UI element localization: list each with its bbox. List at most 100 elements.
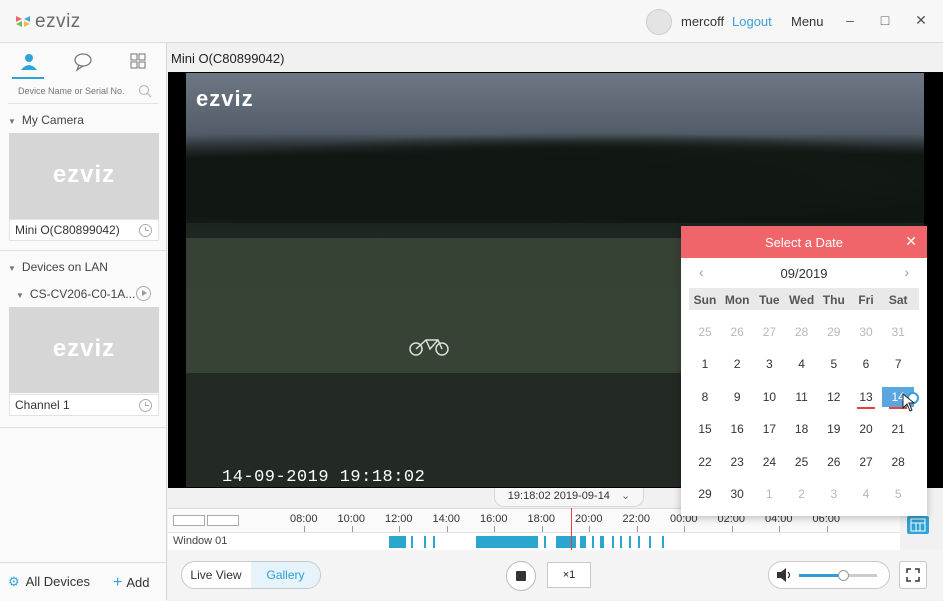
weekday-label: Sun: [693, 293, 717, 307]
avatar[interactable]: [646, 9, 672, 35]
calendar-day[interactable]: 4: [786, 354, 818, 374]
speed-button[interactable]: ×1: [547, 562, 591, 588]
logo-text: ezviz: [35, 11, 81, 32]
live-view-button[interactable]: Live View: [182, 562, 250, 588]
calendar-day[interactable]: 11: [786, 387, 818, 407]
calendar-day[interactable]: 6: [850, 354, 882, 374]
calendar-day[interactable]: 13: [850, 387, 882, 409]
next-month-icon[interactable]: ›: [904, 264, 909, 280]
recording-segment[interactable]: [389, 536, 406, 548]
calendar-day[interactable]: 29: [818, 322, 850, 342]
recording-segment[interactable]: [424, 536, 426, 548]
close-button[interactable]: ✕: [912, 11, 930, 29]
volume-knob[interactable]: [837, 570, 849, 581]
calendar-day[interactable]: 10: [753, 387, 785, 407]
recording-segment[interactable]: [629, 536, 631, 548]
recording-segment[interactable]: [556, 536, 576, 548]
calendar-day[interactable]: 26: [721, 322, 753, 342]
calendar-day[interactable]: 7: [882, 354, 914, 374]
calendar-day[interactable]: 25: [786, 452, 818, 472]
calendar-day[interactable]: 22: [689, 452, 721, 472]
recording-segment[interactable]: [662, 536, 664, 548]
search-icon[interactable]: [138, 84, 152, 98]
camera-thumbnail[interactable]: ezviz: [9, 133, 159, 219]
tab-messages[interactable]: [68, 51, 98, 73]
calendar-day[interactable]: 4: [850, 484, 882, 504]
calendar-day[interactable]: 3: [818, 484, 850, 504]
calendar-day[interactable]: 28: [882, 452, 914, 472]
search-input[interactable]: [16, 85, 140, 97]
calendar-day[interactable]: 27: [850, 452, 882, 472]
calendar-day[interactable]: 30: [850, 322, 882, 342]
calendar-day[interactable]: 5: [818, 354, 850, 374]
gallery-button[interactable]: Gallery: [251, 562, 320, 588]
recording-segment[interactable]: [411, 536, 413, 548]
calendar-day[interactable]: 31: [882, 322, 914, 342]
lan-devices-group[interactable]: ▼ Devices on LAN: [8, 260, 108, 274]
calendar-day[interactable]: 28: [786, 322, 818, 342]
maximize-button[interactable]: □: [876, 11, 894, 29]
camera-list-item[interactable]: Mini O(C80899042): [9, 219, 159, 241]
sidebar-bottom-bar: ⚙ All Devices + Add: [0, 562, 166, 601]
calendar-day[interactable]: 2: [721, 354, 753, 374]
calendar-day[interactable]: 18: [786, 419, 818, 439]
tab-grid[interactable]: [123, 51, 153, 73]
speaker-icon[interactable]: [775, 567, 793, 583]
all-devices-button[interactable]: ⚙ All Devices: [8, 574, 90, 590]
month-label: 09/2019: [780, 266, 828, 281]
calendar-day[interactable]: 9: [721, 387, 753, 407]
recording-segment[interactable]: [544, 536, 546, 548]
calendar-day[interactable]: 29: [689, 484, 721, 504]
calendar-day[interactable]: 16: [721, 419, 753, 439]
menu-button[interactable]: Menu: [791, 14, 824, 29]
recording-segment[interactable]: [592, 536, 594, 548]
calendar-day[interactable]: 15: [689, 419, 721, 439]
calendar-day[interactable]: 30: [721, 484, 753, 504]
recording-segment[interactable]: [600, 536, 604, 548]
add-device-button[interactable]: + Add: [113, 574, 149, 592]
calendar-day[interactable]: 5: [882, 484, 914, 504]
recording-segment[interactable]: [580, 536, 586, 548]
calendar-day[interactable]: 19: [818, 419, 850, 439]
calendar-day[interactable]: 25: [689, 322, 721, 342]
minimize-button[interactable]: –: [841, 11, 859, 29]
calendar-day[interactable]: 27: [753, 322, 785, 342]
calendar-day[interactable]: 21: [882, 419, 914, 439]
fullscreen-button[interactable]: [899, 561, 927, 589]
calendar-icon[interactable]: [907, 516, 929, 534]
calendar-day[interactable]: 3: [753, 354, 785, 374]
play-circle-icon[interactable]: [136, 286, 151, 301]
channel-list-item[interactable]: Channel 1: [9, 394, 159, 416]
calendar-day[interactable]: 1: [689, 354, 721, 374]
recording-track[interactable]: Window 01: [168, 532, 900, 552]
playback-clock-icon[interactable]: [139, 399, 152, 412]
calendar-day[interactable]: 23: [721, 452, 753, 472]
recording-segment[interactable]: [638, 536, 640, 548]
timeline-date-selector[interactable]: 19:18:02 2019-09-14 ⌄: [494, 488, 644, 507]
zoom-in-button[interactable]: [207, 515, 239, 526]
calendar-day[interactable]: 17: [753, 419, 785, 439]
calendar-day[interactable]: 12: [818, 387, 850, 407]
channel-thumbnail[interactable]: ezviz: [9, 307, 159, 393]
stop-button[interactable]: [506, 561, 536, 591]
logout-link[interactable]: Logout: [732, 14, 772, 29]
volume-slider[interactable]: [799, 570, 877, 581]
recording-segment[interactable]: [476, 536, 538, 548]
timeline-playhead[interactable]: [571, 508, 572, 550]
calendar-day[interactable]: 20: [850, 419, 882, 439]
calendar-day[interactable]: 2: [786, 484, 818, 504]
playback-clock-icon[interactable]: [139, 224, 152, 237]
recording-segment[interactable]: [649, 536, 651, 548]
recording-segment[interactable]: [620, 536, 622, 548]
calendar-day[interactable]: 24: [753, 452, 785, 472]
recording-segment[interactable]: [612, 536, 614, 548]
calendar-day[interactable]: 1: [753, 484, 785, 504]
recording-segment[interactable]: [433, 536, 435, 548]
calendar-day[interactable]: 8: [689, 387, 721, 407]
my-camera-group[interactable]: ▼ My Camera: [8, 113, 84, 127]
zoom-out-button[interactable]: [173, 515, 205, 526]
close-icon[interactable]: ✕: [905, 233, 917, 250]
tab-devices[interactable]: [14, 51, 44, 73]
calendar-day[interactable]: 26: [818, 452, 850, 472]
lan-device-item[interactable]: ▼ CS-CV206-C0-1A...: [16, 287, 135, 301]
